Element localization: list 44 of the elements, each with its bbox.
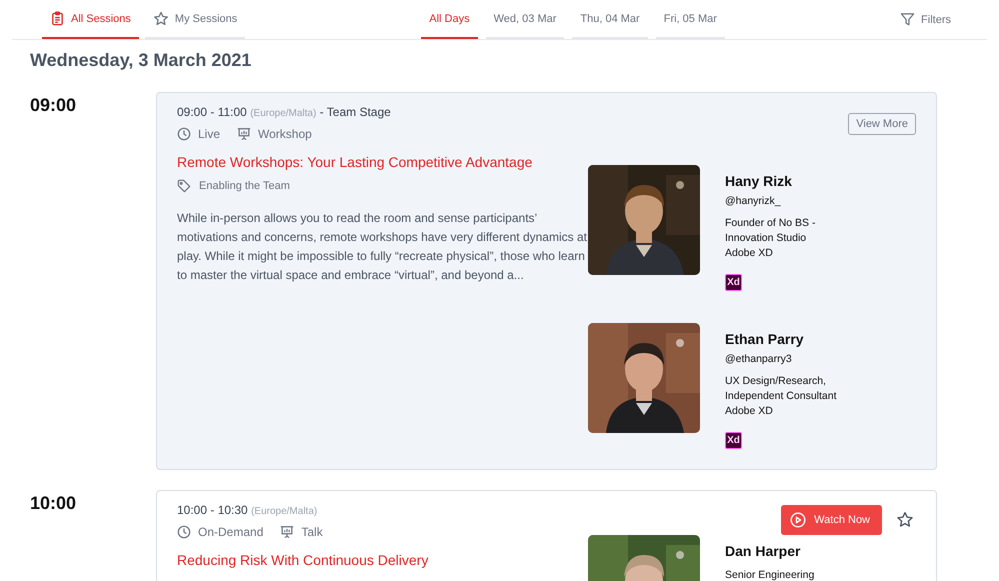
day-tab[interactable]: Wed, 03 Mar [486,0,564,39]
filter-icon [900,12,916,27]
speaker-company: Adobe XD [725,246,774,261]
track-label: Enabling the Team [199,180,290,192]
speaker-role: UX Design/Research, Independent Consultant [725,374,838,404]
filters-button[interactable]: Filters [894,0,957,39]
xd-app-icon: Xd [725,274,742,291]
session-time: 10:00 - 10:30 (Europe/Malta) [177,503,318,517]
speaker-company: Adobe XD [725,404,774,419]
speaker-role: Founder of No BS - Innovation Studio [725,216,816,246]
session-format: On-Demand [198,525,264,539]
presentation-icon [237,127,252,141]
star-icon [152,10,169,26]
speaker-name[interactable]: Ethan Parry [725,331,855,347]
day-tab[interactable]: Fri, 05 Mar [656,0,725,39]
session-type: Workshop [258,127,312,141]
session-type: Talk [301,525,323,539]
day-tab[interactable]: All Days [421,0,478,39]
view-more-button[interactable]: View More [848,112,916,134]
speaker-role: Senior Engineering [725,568,816,581]
speaker-name[interactable]: Hany Rizk [725,173,855,189]
day-tab[interactable]: Thu, 04 Mar [572,0,648,39]
watch-now-button[interactable]: Watch Now [781,505,882,535]
date-heading: Wednesday, 3 March 2021 [30,50,252,71]
session-time: 09:00 - 11:00 (Europe/Malta) - Team Stage [177,105,392,119]
time-slot-label: 10:00 [30,493,76,513]
session-title[interactable]: Remote Workshops: Your Lasting Competitive Advantage [177,154,532,170]
clock-icon [177,525,191,539]
session-title[interactable]: Reducing Risk With Continuous Delivery [177,552,428,568]
session-description: While in-person allows you to read the room and sense participants’ motivations and concerns, remote workshops have very different dynamics at play. While it might be impossible to fully “recreate physical”, those who learn to master the virtual space and embrace “virtual”, and beyond a... [177,210,588,284]
presentation-icon [280,525,294,539]
speaker-handle: @ethanparry3 [725,353,793,365]
view-tab[interactable]: My Sessions [144,0,246,39]
clock-icon [177,127,191,141]
favorite-button[interactable] [896,511,914,529]
play-icon [790,512,806,528]
time-slot-label: 09:00 [30,95,76,115]
xd-app-icon: Xd [725,432,742,449]
tag-icon [177,179,191,193]
view-tab[interactable]: All Sessions [42,0,139,39]
speaker-name[interactable]: Dan Harper [725,543,855,559]
session-format: Live [198,127,220,141]
clipboard-icon [50,11,65,26]
speaker-handle: @hanyrizk_ [725,195,782,207]
